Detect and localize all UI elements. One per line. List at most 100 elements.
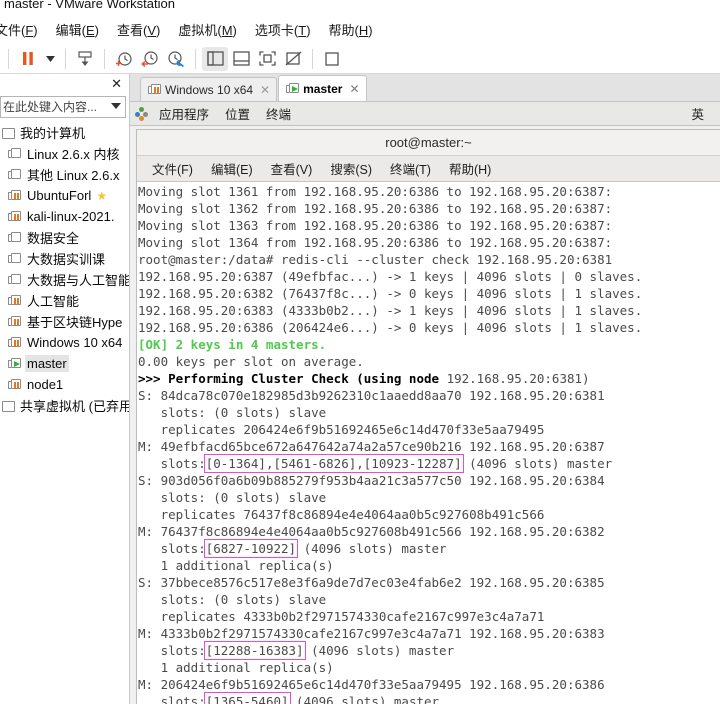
take-snapshot-button[interactable] xyxy=(111,47,137,71)
gnome-menu-terminal[interactable]: 终端 xyxy=(258,104,299,123)
terminal-line: root@master:/data# redis-cli --cluster c… xyxy=(138,251,720,268)
vm-tab[interactable]: Windows 10 x64 ✕ xyxy=(140,77,278,101)
terminal-line: slots:[1365-5460] (4096 slots) master xyxy=(138,692,720,704)
terminal-line: M: 76437f8c86894e4e4064aa0b5c927608b491c… xyxy=(138,523,720,540)
terminal-text: replicates 76437f8c86894e4e4064aa0b5c927… xyxy=(138,507,545,522)
gnome-menu-applications[interactable]: 应用程序 xyxy=(151,104,217,123)
library-item[interactable]: UbuntuForl ★ xyxy=(0,185,129,206)
menu-edit[interactable]: 编辑(E) xyxy=(47,17,108,42)
library-search[interactable] xyxy=(0,96,126,118)
terminal-text: slots: xyxy=(138,643,206,658)
close-icon[interactable]: ✕ xyxy=(260,83,270,97)
library-item[interactable]: 其他 Linux 2.6.x xyxy=(0,164,129,185)
library-item[interactable]: 我的计算机 xyxy=(0,122,129,143)
terminal-line: Moving slot 1363 from 192.168.95.20:6386… xyxy=(138,217,720,234)
input-method-indicator[interactable]: 英 xyxy=(683,104,712,123)
vm-running-icon xyxy=(8,357,22,370)
enter-fullscreen-button[interactable] xyxy=(254,47,280,71)
terminal-text: 192.168.95.20:6386 (206424e6...) -> 0 ke… xyxy=(138,320,643,335)
manage-snapshots-button[interactable] xyxy=(163,47,189,71)
window-title: master - VMware Workstation xyxy=(4,0,175,11)
pause-button[interactable] xyxy=(15,47,41,71)
revert-snapshot-button[interactable] xyxy=(137,47,163,71)
terminal-text: 1 additional replica(s) xyxy=(138,558,334,573)
library-item[interactable]: 大数据与人工智能 xyxy=(0,269,129,290)
toolbar-divider xyxy=(195,48,196,69)
terminal-text: slots: (0 slots) slave xyxy=(138,405,327,420)
gnome-menu-places[interactable]: 位置 xyxy=(217,104,258,123)
send-keys-icon xyxy=(78,50,92,66)
library-item[interactable]: Windows 10 x64 xyxy=(0,332,129,353)
terminal-line: M: 49efbfacd65bce672a647642a74a2a57ce90b… xyxy=(138,438,720,455)
snapshot-manage-icon xyxy=(168,50,184,67)
terminal-menu-item[interactable]: 帮助(H) xyxy=(440,159,500,178)
vm-off-icon xyxy=(8,231,22,244)
terminal-menu-item[interactable]: 编辑(E) xyxy=(202,159,262,178)
library-item[interactable]: master xyxy=(0,353,129,374)
terminal-text: slots: xyxy=(138,456,206,471)
terminal-text: 192.168.95.20:6383 (4333b0b2...) -> 1 ke… xyxy=(138,303,643,318)
terminal-text: slots: (0 slots) slave xyxy=(138,490,327,505)
terminal-output[interactable]: Moving slot 1361 from 192.168.95.20:6386… xyxy=(137,182,720,704)
vm-suspended-icon xyxy=(8,210,22,223)
toolbar xyxy=(0,44,720,74)
search-input[interactable] xyxy=(1,100,125,114)
library-item[interactable]: 人工智能 xyxy=(0,290,129,311)
close-icon[interactable]: ✕ xyxy=(349,82,359,96)
terminal-text: root@master:/data# redis-cli --cluster c… xyxy=(138,252,613,267)
vm-off-icon xyxy=(8,252,22,265)
terminal-text: slots: xyxy=(138,541,206,556)
terminal-line: replicates 206424e6f9b51692465e6c14d470f… xyxy=(138,421,720,438)
close-icon[interactable]: ✕ xyxy=(111,76,122,92)
terminal-line: 192.168.95.20:6382 (76437f8c...) -> 0 ke… xyxy=(138,285,720,302)
vm-tab[interactable]: master ✕ xyxy=(278,75,367,101)
terminal-menu-item[interactable]: 搜索(S) xyxy=(321,159,381,178)
terminal-line: slots: (0 slots) slave xyxy=(138,591,720,608)
show-library-button[interactable] xyxy=(202,46,228,71)
terminal-line: slots: (0 slots) slave xyxy=(138,404,720,421)
terminal-line: 1 additional replica(s) xyxy=(138,659,720,676)
menu-help[interactable]: 帮助(H) xyxy=(320,17,382,42)
show-thumbnails-button[interactable] xyxy=(228,47,254,71)
terminal-line: Moving slot 1364 from 192.168.95.20:6386… xyxy=(138,234,720,251)
terminal-line: S: 903d056f0a6b09b885279f953b4aa21c3a577… xyxy=(138,472,720,489)
menu-view[interactable]: 查看(V) xyxy=(108,17,169,42)
library-item[interactable]: kali-linux-2021. xyxy=(0,206,129,227)
terminal-line: >>> Performing Cluster Check (using node… xyxy=(138,370,720,387)
send-ctrl-alt-del-button[interactable] xyxy=(72,47,98,71)
library-item[interactable]: 基于区块链Hype xyxy=(0,311,129,332)
library-item[interactable]: 数据安全 xyxy=(0,227,129,248)
terminal-line: replicates 76437f8c86894e4e4064aa0b5c927… xyxy=(138,506,720,523)
favorite-star-icon: ★ xyxy=(96,188,108,203)
menu-file[interactable]: 文件(F) xyxy=(0,17,47,42)
library-item-label: master xyxy=(25,355,69,372)
vm-off-icon xyxy=(8,168,22,181)
terminal-line: M: 206424e6f9b51692465e6c14d470f33e5aa79… xyxy=(138,676,720,693)
library-item[interactable]: 共享虚拟机 (已弃用) xyxy=(0,395,129,416)
terminal-menu-item[interactable]: 查看(V) xyxy=(262,159,322,178)
chevron-down-icon[interactable] xyxy=(111,103,121,109)
library-item[interactable]: Linux 2.6.x 内核 xyxy=(0,143,129,164)
terminal-text: replicates 206424e6f9b51692465e6c14d470f… xyxy=(138,422,545,437)
terminal-menubar: 文件(F) 编辑(E) 查看(V) 搜索(S) 终端(T) 帮助(H) xyxy=(137,156,720,182)
menubar: 文件(F) 编辑(E) 查看(V) 虚拟机(M) 选项卡(T) 帮助(H) xyxy=(0,15,720,44)
panel-bottom-icon xyxy=(232,51,250,66)
terminal-menu-item[interactable]: 终端(T) xyxy=(381,159,440,178)
highlighted-slot-range: [1365-5460] xyxy=(203,692,291,704)
sidebar-left-icon xyxy=(206,51,224,66)
toolbar-divider xyxy=(104,48,105,69)
terminal-menu-item[interactable]: 文件(F) xyxy=(143,159,202,178)
gnome-top-panel: 应用程序 位置 终端 英 xyxy=(130,102,720,126)
more-button[interactable] xyxy=(319,47,345,71)
toolbar-divider xyxy=(65,48,66,69)
terminal-text: S: 84dca78c070e182985d3b9262310c1aaedd8a… xyxy=(138,388,605,403)
menu-vm[interactable]: 虚拟机(M) xyxy=(169,17,246,42)
library-item[interactable]: node1 xyxy=(0,374,129,395)
library-item[interactable]: 大数据实训课 xyxy=(0,248,129,269)
power-dropdown-button[interactable] xyxy=(41,47,59,71)
vm-off-icon xyxy=(8,273,22,286)
vm-tab-label: master xyxy=(303,81,343,96)
unity-mode-button[interactable] xyxy=(280,47,306,71)
menu-tabs[interactable]: 选项卡(T) xyxy=(246,17,320,42)
terminal-window: root@master:~ 文件(F) 编辑(E) 查看(V) 搜索(S) 终端(T) 帮… xyxy=(136,129,720,704)
